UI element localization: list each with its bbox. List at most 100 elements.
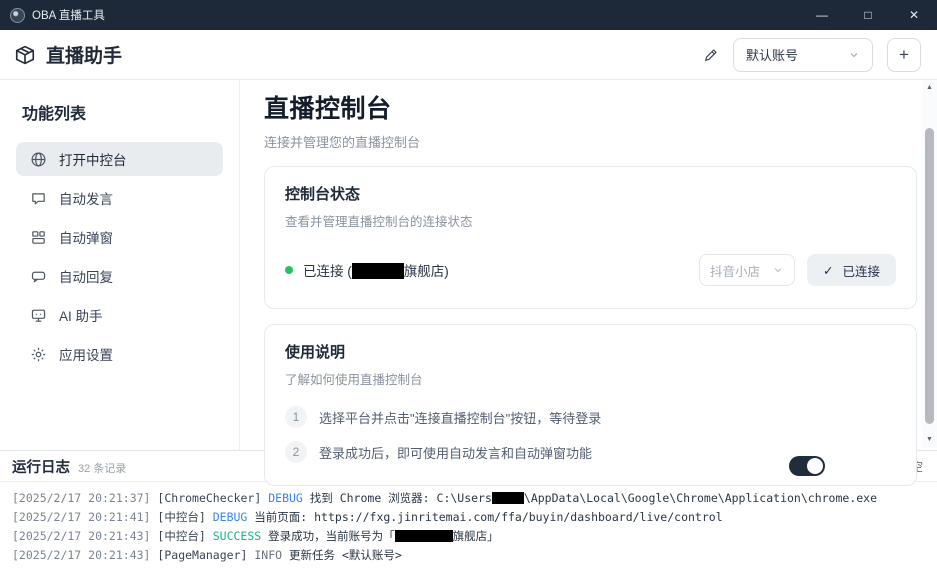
- scrollbar-thumb[interactable]: [925, 128, 934, 424]
- sidebar-item-ai-assistant[interactable]: AI 助手: [16, 298, 223, 332]
- header-right: 默认账号 +: [703, 38, 921, 72]
- sidebar-item-auto-speak[interactable]: 自动发言: [16, 181, 223, 215]
- close-button[interactable]: ✕: [891, 0, 937, 30]
- connected-dot-icon: [285, 266, 293, 274]
- log-title: 运行日志: [12, 456, 70, 477]
- log-message: 当前页面: https://fxg.jinritemai.com/ffa/buy…: [254, 510, 722, 524]
- log-timestamp: [2025/2/17 20:21:43]: [12, 529, 150, 543]
- status-card: 控制台状态 查看并管理直播控制台的连接状态 已连接 (旗舰店) 抖音小店: [264, 166, 917, 309]
- status-controls: 抖音小店 ✓ 已连接: [699, 254, 896, 286]
- log-message: 登录成功，当前账号为「: [268, 529, 395, 543]
- account-select-value: 默认账号: [746, 45, 798, 64]
- connection-status: 已连接 (旗舰店): [285, 260, 449, 280]
- log-lines: [2025/2/17 20:21:37] [ChromeChecker] DEB…: [0, 482, 937, 565]
- account-select[interactable]: 默认账号: [733, 38, 873, 72]
- log-source: [ChromeChecker]: [157, 491, 261, 505]
- help-steps: 1 选择平台并点击"连接直播控制台"按钮，等待登录 2 登录成功后，即可使用自动发言和…: [285, 406, 896, 463]
- sidebar-item-label: 自动弹窗: [59, 227, 113, 247]
- log-message: \AppData\Local\Google\Chrome\Application…: [524, 491, 877, 505]
- sidebar: 功能列表 打开中控台自动发言自动弹窗自动回复 AI 助手应用设置: [0, 80, 240, 450]
- log-count: 32 条记录: [78, 460, 126, 476]
- platform-select[interactable]: 抖音小店: [699, 254, 795, 286]
- step-text: 登录成功后，即可使用自动发言和自动弹窗功能: [319, 443, 592, 462]
- package-icon: [14, 44, 36, 66]
- content-scrollbar[interactable]: ▲ ▼: [922, 80, 937, 448]
- log-entry: [2025/2/17 20:21:43] [中控台] SUCCESS 登录成功，…: [12, 527, 925, 546]
- globe-icon: [30, 151, 47, 168]
- step-text: 选择平台并点击"连接直播控制台"按钮，等待登录: [319, 408, 601, 427]
- chevron-down-icon: [772, 264, 784, 276]
- app-header: 直播助手 默认账号 +: [0, 30, 937, 80]
- edit-account-icon[interactable]: [703, 47, 719, 63]
- log-timestamp: [2025/2/17 20:21:41]: [12, 510, 150, 524]
- toggle-knob: [807, 458, 823, 474]
- sidebar-item-label: 自动回复: [59, 266, 113, 286]
- popup-icon: [30, 229, 47, 246]
- window-controls: — □ ✕: [799, 0, 937, 30]
- sidebar-nav: 打开中控台自动发言自动弹窗自动回复 AI 助手应用设置: [16, 142, 223, 371]
- log-entry: [2025/2/17 20:21:43] [PageManager] INFO …: [12, 546, 925, 565]
- autoscroll-toggle[interactable]: [789, 456, 825, 476]
- sidebar-item-label: 打开中控台: [59, 149, 127, 169]
- sidebar-item-label: 应用设置: [59, 344, 113, 364]
- log-entry: [2025/2/17 20:21:37] [ChromeChecker] DEB…: [12, 489, 925, 508]
- log-source: [中控台]: [157, 510, 205, 524]
- connection-status-text: 已连接 (旗舰店): [303, 260, 449, 280]
- app-logo-icon: [10, 8, 25, 23]
- body-area: 功能列表 打开中控台自动发言自动弹窗自动回复 AI 助手应用设置 直播控制台 连接…: [0, 80, 937, 450]
- titlebar: OBA 直播工具 — □ ✕: [0, 0, 937, 30]
- redacted-text: [492, 492, 524, 504]
- header-left: 直播助手: [14, 41, 122, 68]
- scroll-down-icon[interactable]: ▼: [922, 435, 937, 445]
- log-message: 更新任务 <默认账号>: [289, 548, 402, 562]
- sidebar-item-label: AI 助手: [59, 305, 103, 325]
- log-entry: [2025/2/17 20:21:41] [中控台] DEBUG 当前页面: h…: [12, 508, 925, 527]
- scroll-up-icon[interactable]: ▲: [922, 83, 937, 93]
- reply-icon: [30, 268, 47, 285]
- sidebar-item-app-settings[interactable]: 应用设置: [16, 337, 223, 371]
- main-content: 直播控制台 连接并管理您的直播控制台 控制台状态 查看并管理直播控制台的连接状态…: [240, 80, 937, 450]
- sidebar-item-auto-reply[interactable]: 自动回复: [16, 259, 223, 293]
- platform-select-value: 抖音小店: [710, 261, 760, 280]
- chat-icon: [30, 190, 47, 207]
- sidebar-item-auto-popup[interactable]: 自动弹窗: [16, 220, 223, 254]
- connected-button[interactable]: ✓ 已连接: [807, 254, 896, 286]
- help-card-subtitle: 了解如何使用直播控制台: [285, 369, 896, 388]
- check-icon: ✓: [823, 263, 833, 278]
- content-title: 直播控制台: [264, 94, 917, 124]
- status-card-title: 控制台状态: [285, 183, 896, 204]
- log-timestamp: [2025/2/17 20:21:37]: [12, 491, 150, 505]
- log-source: [中控台]: [157, 529, 205, 543]
- redacted-shop-name: [352, 263, 404, 279]
- app-title: OBA 直播工具: [32, 7, 105, 23]
- log-level: SUCCESS: [213, 529, 261, 543]
- connected-button-label: 已连接: [842, 261, 880, 280]
- status-row: 已连接 (旗舰店) 抖音小店 ✓ 已连接: [285, 254, 896, 286]
- chevron-down-icon: [848, 49, 860, 61]
- monitor-icon: [30, 307, 47, 324]
- log-header-left: 运行日志 32 条记录: [12, 456, 126, 477]
- sidebar-item-label: 自动发言: [59, 188, 113, 208]
- titlebar-left: OBA 直播工具: [10, 7, 105, 23]
- log-source: [PageManager]: [157, 548, 247, 562]
- content-subtitle: 连接并管理您的直播控制台: [264, 132, 917, 151]
- step-number-badge: 2: [285, 441, 307, 463]
- help-card-title: 使用说明: [285, 341, 896, 362]
- log-timestamp: [2025/2/17 20:21:43]: [12, 548, 150, 562]
- log-level: DEBUG: [213, 510, 248, 524]
- page-title: 直播助手: [46, 41, 122, 68]
- redacted-text: [395, 530, 453, 542]
- log-level: DEBUG: [268, 491, 303, 505]
- help-step: 1 选择平台并点击"连接直播控制台"按钮，等待登录: [285, 406, 896, 428]
- maximize-button[interactable]: □: [845, 0, 891, 30]
- log-message: 找到 Chrome 浏览器: C:\Users: [310, 491, 492, 505]
- sidebar-title: 功能列表: [16, 100, 223, 124]
- app-window: OBA 直播工具 — □ ✕ 直播助手 默认账号 +: [0, 0, 937, 586]
- minimize-button[interactable]: —: [799, 0, 845, 30]
- status-card-subtitle: 查看并管理直播控制台的连接状态: [285, 211, 896, 230]
- step-number-badge: 1: [285, 406, 307, 428]
- sidebar-item-open-console[interactable]: 打开中控台: [16, 142, 223, 176]
- add-account-button[interactable]: +: [887, 38, 921, 72]
- log-level: INFO: [254, 548, 282, 562]
- log-message: 旗舰店」: [453, 529, 499, 543]
